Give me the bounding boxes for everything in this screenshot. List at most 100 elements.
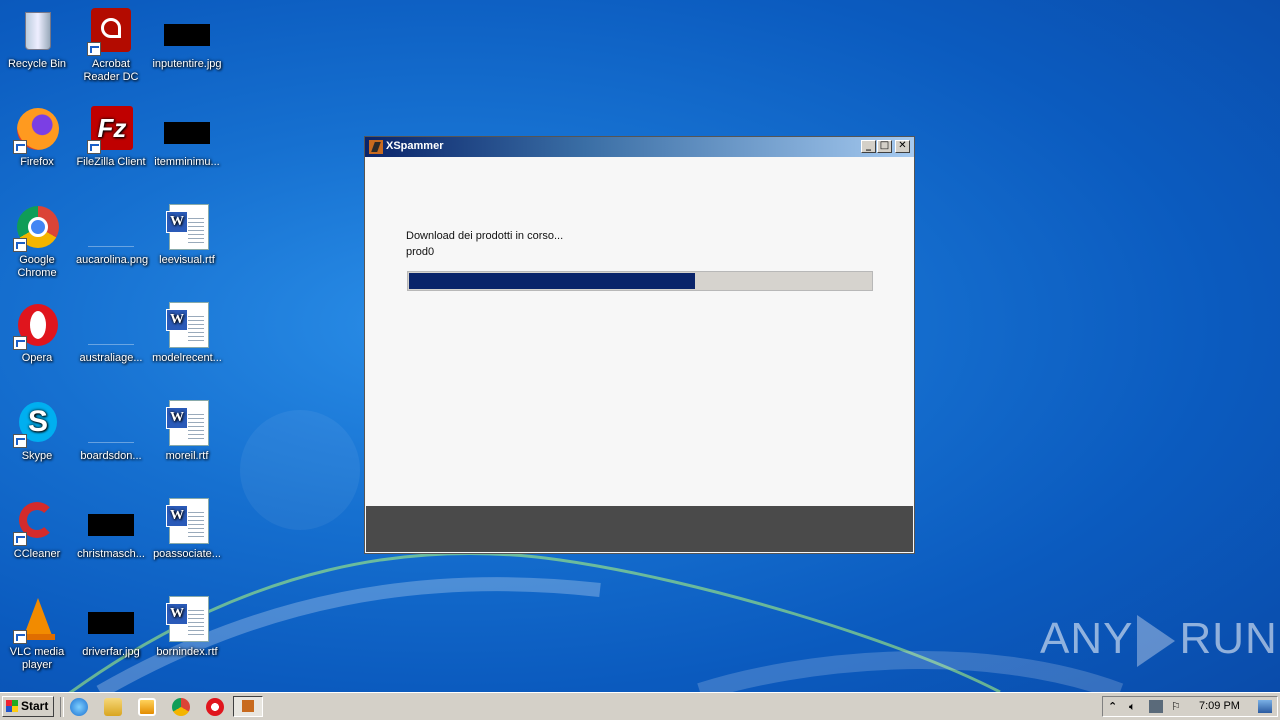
desktop-icon-label: bornindex.rtf xyxy=(156,646,218,658)
ccleaner-icon xyxy=(13,498,61,546)
word-document-icon: W xyxy=(163,302,211,350)
desktop-icon-label: Google Chrome xyxy=(17,254,57,279)
desktop-icon-firefox[interactable]: Firefox xyxy=(0,102,74,169)
desktop-icon-opera[interactable]: Opera xyxy=(0,298,74,365)
shortcut-arrow-icon xyxy=(13,238,27,252)
desktop-icon-ccleaner[interactable]: CCleaner xyxy=(0,494,74,561)
windows-logo-icon xyxy=(6,700,18,712)
skype-icon: S xyxy=(13,400,61,448)
media-player-icon[interactable] xyxy=(138,698,156,716)
desktop-icon-boardsdon[interactable]: boardsdon... xyxy=(74,396,148,463)
window-client-area: Download dei prodotti in corso... prod0 xyxy=(366,157,913,506)
desktop-icon-label: aucarolina.png xyxy=(76,254,149,266)
firefox-icon xyxy=(13,106,61,154)
desktop-icon-label: itemminimu... xyxy=(154,156,220,168)
shortcut-arrow-icon xyxy=(13,434,27,448)
shortcut-arrow-icon xyxy=(87,140,101,154)
word-document-icon: W xyxy=(163,498,211,546)
desktop-icon-label: inputentire.jpg xyxy=(152,58,222,70)
shortcut-arrow-icon xyxy=(13,336,27,350)
network-icon[interactable] xyxy=(1149,700,1163,713)
start-label: Start xyxy=(21,699,49,713)
desktop-icon-moreil[interactable]: W moreil.rtf xyxy=(150,396,224,463)
window-titlebar[interactable]: XSpammer _ □ ✕ xyxy=(365,137,914,157)
download-status-label: Download dei prodotti in corso... xyxy=(406,230,564,242)
taskbar-button-xspammer[interactable] xyxy=(233,696,263,717)
system-tray: ⌃ 🔈︎ ⚐ 7:09 PM xyxy=(1102,696,1278,717)
close-icon: ✕ xyxy=(898,140,907,151)
watermark-text-left: ANY xyxy=(1040,614,1134,663)
desktop-icon-vlc[interactable]: VLC media player xyxy=(0,592,74,672)
shortcut-arrow-icon xyxy=(13,532,27,546)
watermark-text-right: RUN xyxy=(1179,614,1278,663)
desktop-icon-label: modelrecent... xyxy=(152,352,222,364)
start-button[interactable]: Start xyxy=(2,696,54,717)
volume-icon[interactable]: 🔈︎ xyxy=(1129,700,1143,713)
play-logo-icon xyxy=(1137,615,1176,668)
desktop-icon-filezilla[interactable]: Fz FileZilla Client xyxy=(74,102,148,169)
internet-explorer-icon[interactable] xyxy=(70,698,88,716)
image-file-icon xyxy=(87,498,135,546)
desktop-icon-label: Skype xyxy=(21,450,53,462)
desktop-icon-label: christmasch... xyxy=(77,548,145,560)
desktop-icon-recycle-bin[interactable]: Recycle Bin xyxy=(0,4,74,71)
vlc-icon xyxy=(13,596,61,644)
desktop-icon-skype[interactable]: S Skype xyxy=(0,396,74,463)
close-button[interactable]: ✕ xyxy=(895,140,910,153)
desktop-icon-label: VLC media player xyxy=(9,646,65,671)
acrobat-icon xyxy=(87,8,135,56)
word-document-icon: W xyxy=(163,400,211,448)
desktop-icon-label: moreil.rtf xyxy=(165,450,209,462)
minimize-icon: _ xyxy=(866,140,871,151)
desktop-icon-poassociate[interactable]: W poassociate... xyxy=(150,494,224,561)
desktop-icon-label: leevisual.rtf xyxy=(159,254,215,266)
show-desktop-icon[interactable] xyxy=(1258,700,1272,713)
desktop-icon-modelrecent[interactable]: W modelrecent... xyxy=(150,298,224,365)
desktop-icon-leevisual[interactable]: W leevisual.rtf xyxy=(150,200,224,267)
desktop-icon-australiage[interactable]: australiage... xyxy=(74,298,148,365)
maximize-button[interactable]: □ xyxy=(877,140,892,153)
desktop-icon-label: poassociate... xyxy=(153,548,221,560)
current-item-label: prod0 xyxy=(406,246,435,258)
shortcut-arrow-icon xyxy=(13,140,27,154)
image-file-icon xyxy=(87,596,135,644)
image-file-icon xyxy=(163,106,211,154)
file-explorer-icon[interactable] xyxy=(104,698,122,716)
shortcut-arrow-icon xyxy=(13,630,27,644)
desktop-icon-label: Firefox xyxy=(20,156,54,168)
desktop-icon-itemminimu[interactable]: itemminimu... xyxy=(150,102,224,169)
taskbar-clock[interactable]: 7:09 PM xyxy=(1199,700,1240,712)
opera-icon xyxy=(13,302,61,350)
desktop-icon-label: australiage... xyxy=(79,352,143,364)
minimize-button[interactable]: _ xyxy=(861,140,876,153)
show-hidden-icons-chevron-icon[interactable]: ⌃ xyxy=(1108,700,1122,713)
xspammer-app-icon xyxy=(369,140,383,154)
desktop-icon-acrobat[interactable]: Acrobat Reader DC xyxy=(74,4,148,84)
desktop-icon-inputentire[interactable]: inputentire.jpg xyxy=(150,4,224,71)
image-file-icon xyxy=(87,302,135,350)
desktop-icon-label: Acrobat Reader DC xyxy=(83,58,139,83)
image-file-icon xyxy=(87,400,135,448)
progress-bar-fill xyxy=(409,273,695,289)
word-document-icon: W xyxy=(163,204,211,252)
opera-taskbar-icon[interactable] xyxy=(206,698,224,716)
chrome-taskbar-icon[interactable] xyxy=(172,698,190,716)
window-title: XSpammer xyxy=(386,140,444,152)
chrome-icon xyxy=(13,204,61,252)
filezilla-icon: Fz xyxy=(87,106,135,154)
maximize-icon: □ xyxy=(879,140,890,151)
desktop-icon-driverfar[interactable]: driverfar.jpg xyxy=(74,592,148,659)
desktop-icon-label: boardsdon... xyxy=(80,450,142,462)
desktop-icon-bornindex[interactable]: W bornindex.rtf xyxy=(150,592,224,659)
shortcut-arrow-icon xyxy=(87,42,101,56)
desktop-icon-label: Recycle Bin xyxy=(7,58,67,70)
taskbar-separator xyxy=(60,697,64,717)
xspammer-window: XSpammer _ □ ✕ Download dei prodotti in … xyxy=(364,136,915,554)
action-center-flag-icon[interactable]: ⚐ xyxy=(1171,700,1185,713)
desktop-icon-aucarolina[interactable]: aucarolina.png xyxy=(74,200,148,267)
window-footer-panel xyxy=(366,506,913,552)
desktop-icon-google-chrome[interactable]: Google Chrome xyxy=(0,200,74,280)
desktop-icon-christmasch[interactable]: christmasch... xyxy=(74,494,148,561)
desktop-icon-label: FileZilla Client xyxy=(76,156,146,168)
download-progress-bar xyxy=(407,271,873,291)
